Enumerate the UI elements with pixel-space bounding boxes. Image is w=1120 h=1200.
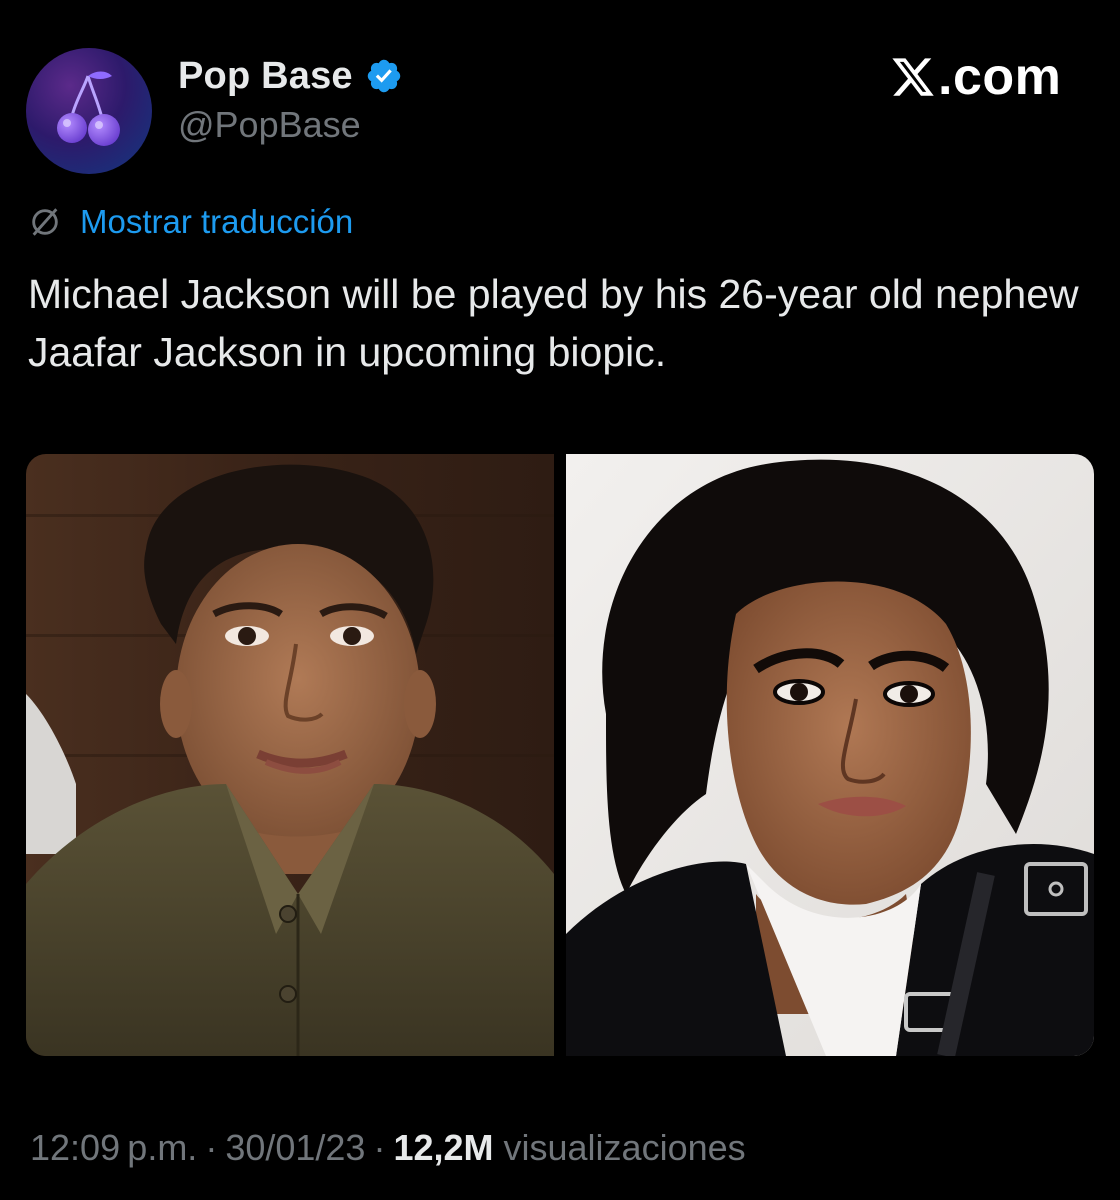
photo-right[interactable]	[566, 454, 1094, 1056]
translate-row[interactable]: Mostrar traducción	[28, 200, 353, 244]
x-brand: .com	[890, 48, 1061, 106]
tweet-time[interactable]: 12:09 p.m.	[30, 1127, 197, 1169]
author-name[interactable]: Pop Base	[178, 55, 353, 98]
x-logo-icon	[892, 58, 934, 96]
meta-separator: ·	[205, 1127, 218, 1168]
author-handle[interactable]: @PopBase	[178, 104, 361, 146]
tweet-meta: 12:09 p.m. · 30/01/23 · 12,2M visualizac…	[30, 1126, 746, 1170]
media-grid[interactable]	[26, 454, 1094, 1056]
cherry-icon	[26, 48, 152, 174]
avatar[interactable]	[26, 48, 152, 174]
show-translation-link[interactable]: Mostrar traducción	[80, 203, 353, 241]
meta-separator: ·	[373, 1127, 386, 1168]
globe-slash-icon	[32, 208, 58, 236]
tweet-text: Michael Jackson will be played by his 26…	[28, 271, 1079, 375]
verified-badge-icon	[367, 59, 401, 93]
brand-domain: .com	[938, 48, 1062, 106]
photo-left[interactable]	[26, 454, 554, 1056]
author-name-row[interactable]: Pop Base	[178, 54, 403, 98]
views-label[interactable]: visualizaciones	[504, 1127, 746, 1169]
views-count[interactable]: 12,2M	[393, 1127, 493, 1169]
tweet-date[interactable]: 30/01/23	[225, 1127, 365, 1169]
